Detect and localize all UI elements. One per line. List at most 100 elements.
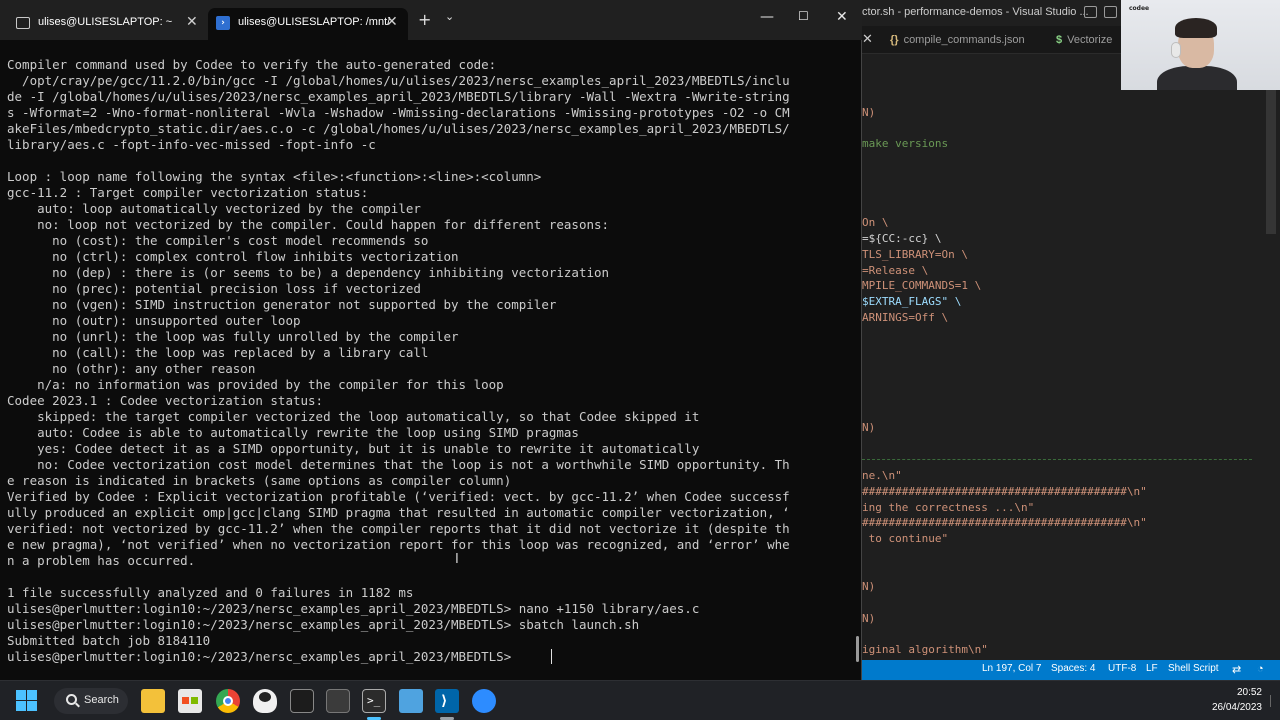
penguin-head [259,692,271,702]
tab-label: ulises@ULISESLAPTOP: ~ [38,16,173,28]
windows-terminal-icon[interactable]: >_ [362,689,386,713]
code-line: iginal algorithm\n" [862,643,988,656]
start-pane [16,701,26,711]
terminal-line: no (ctrl): complex control flow inhibits… [7,249,459,264]
terminal-line: Compiler command used by Codee to verify… [7,57,497,72]
maximize-icon[interactable]: ☐ [798,9,809,23]
tab-vectorize[interactable]: $ Vectorize [1056,26,1112,54]
headphones-icon [1171,42,1181,58]
indentation-setting[interactable]: Spaces: 4 [1051,663,1095,674]
terminal-tab-mnt[interactable]: › ulises@ULISESLAPTOP: /mnt/ ✕ [208,8,408,40]
clock-date[interactable]: 26/04/2023 [1204,702,1262,713]
windows-taskbar: Search >_ ⟩ 20:52 26/04/2023 [0,680,1280,720]
close-tab-icon[interactable]: ✕ [186,14,198,30]
terminal-line: verified: not vectorized by gcc-11.2’ wh… [7,521,790,536]
encoding-setting[interactable]: UTF-8 [1108,663,1136,674]
terminal-line: no (call): the loop was replaced by a li… [7,345,429,360]
terminal-scrollbar[interactable] [856,636,859,662]
notepad-icon[interactable] [399,689,423,713]
mouse-ibeam-icon: I [455,552,459,567]
toggle-sidebar-icon[interactable] [1084,6,1097,18]
terminal-prompt-line[interactable]: ulises@perlmutter:login10:~/2023/nersc_e… [7,649,519,665]
zoom-icon[interactable] [472,689,496,713]
terminal-app-icon[interactable] [290,689,314,713]
terminal-line: s -Wformat=2 -Wno-format-nonliteral -Wvl… [7,105,790,120]
code-line: ########################################… [862,485,1147,498]
vscode-glyph-icon: ⟩ [441,693,448,709]
comment-divider [862,459,1252,460]
search-icon-handle [75,702,80,708]
minimize-icon[interactable]: — [760,9,774,25]
terminal-line: library/aes.c -fopt-info-vec-missed -fop… [7,137,376,152]
prompt-glyph-icon: >_ [367,694,381,707]
start-pane [16,690,26,700]
language-mode[interactable]: Shell Script [1168,663,1219,674]
feedback-icon[interactable]: ⇄ [1232,663,1241,676]
terminal-line: n/a: no information was provided by the … [7,377,504,392]
chrome-icon[interactable] [216,689,240,713]
tab-compile-commands[interactable]: {} compile_commands.json [890,26,1025,54]
code-line: N) [862,580,876,593]
cursor-position[interactable]: Ln 197, Col 7 [982,663,1042,674]
close-tab-icon[interactable]: ✕ [862,32,873,47]
clock-time[interactable]: 20:52 [1220,687,1262,698]
terminal-line: no (vgen): SIMD instruction generator no… [7,297,557,312]
terminal-output[interactable]: Compiler command used by Codee to verify… [7,40,847,672]
code-line: =Release \ [862,264,929,277]
terminal-tab-bar: ulises@ULISESLAPTOP: ~ ✕ › ulises@ULISES… [0,0,862,40]
notifications-bell-icon[interactable]: ◔ [1257,663,1264,675]
close-tab-icon[interactable]: ✕ [386,14,398,30]
eol-setting[interactable]: LF [1146,663,1158,674]
shell-file-icon: $ [1056,34,1063,46]
editor-scrollbar[interactable] [1266,54,1276,660]
store-tile [182,697,189,704]
show-desktop-button[interactable] [1270,695,1271,707]
terminal-app-icon: › [216,16,230,30]
terminal-line: e reason is indicated in brackets (same … [7,473,512,488]
terminal-line: Submitted batch job 8184110 [7,633,211,648]
vscode-icon[interactable]: ⟩ [435,689,459,713]
tab-label: ulises@ULISESLAPTOP: /mnt/ [238,16,391,28]
code-line: ing the correctness ...\n" [862,501,1035,514]
chrome-center [223,696,233,706]
terminal-tab-home[interactable]: ulises@ULISESLAPTOP: ~ ✕ [8,8,206,40]
presenter-hair [1175,18,1217,38]
code-line: =${CC:-cc} \ [862,232,942,245]
linux-terminal-icon [16,17,30,29]
taskbar-search[interactable]: Search [54,688,128,714]
codee-logo: codee [1129,5,1150,12]
code-line: N) [862,612,876,625]
vscode-editor[interactable]: N) make versions On \ =${CC:-cc} \ TLS_L… [862,54,1280,660]
text-cursor [551,649,552,664]
terminal-line: no (othr): any other reason [7,361,256,376]
terminal-line: Codee 2023.1 : Codee vectorization statu… [7,393,324,408]
terminal-window[interactable]: ulises@ULISESLAPTOP: ~ ✕ › ulises@ULISES… [0,0,862,680]
code-line: to continue" [862,532,949,545]
close-window-icon[interactable]: ✕ [836,9,848,25]
code-line: ########################################… [862,516,1147,529]
terminal-line: n a problem has occurred. [7,553,196,568]
calculator-icon[interactable] [326,689,350,713]
search-label: Search [84,694,119,706]
terminal-line: 1 file successfully analyzed and 0 failu… [7,585,414,600]
terminal-line: e new pragma), ‘not verified’ when no ve… [7,537,790,552]
terminal-line: gcc-11.2 : Target compiler vectorization… [7,185,369,200]
terminal-line: no (unrl): the loop was fully unrolled b… [7,329,459,344]
terminal-line: auto: loop automatically vectorized by t… [7,201,421,216]
start-pane [27,701,37,711]
chevron-down-icon[interactable]: ⌄ [445,10,454,23]
new-tab-plus-icon[interactable]: + [418,10,431,29]
code-line: ne.\n" [862,469,902,482]
terminal-line: akeFiles/mbedcrypto_static.dir/aes.c.o -… [7,121,790,136]
windows-start-icon[interactable] [16,690,38,712]
code-line: ARNINGS=Off \ [862,311,949,324]
linux-penguin-icon[interactable] [253,689,277,713]
terminal-line: de -I /global/homes/u/ulises/2023/nersc_… [7,89,790,104]
vscode-window-title: ctor.sh - performance-demos - Visual Stu… [862,6,1089,18]
microsoft-store-icon[interactable] [178,689,202,713]
toggle-panel-icon[interactable] [1104,6,1117,18]
file-explorer-icon[interactable] [141,689,165,713]
vscode-status-bar: Ln 197, Col 7 Spaces: 4 UTF-8 LF Shell S… [862,660,1280,680]
terminal-line: ulises@perlmutter:login10:~/2023/nersc_e… [7,601,700,616]
start-pane [27,690,37,700]
